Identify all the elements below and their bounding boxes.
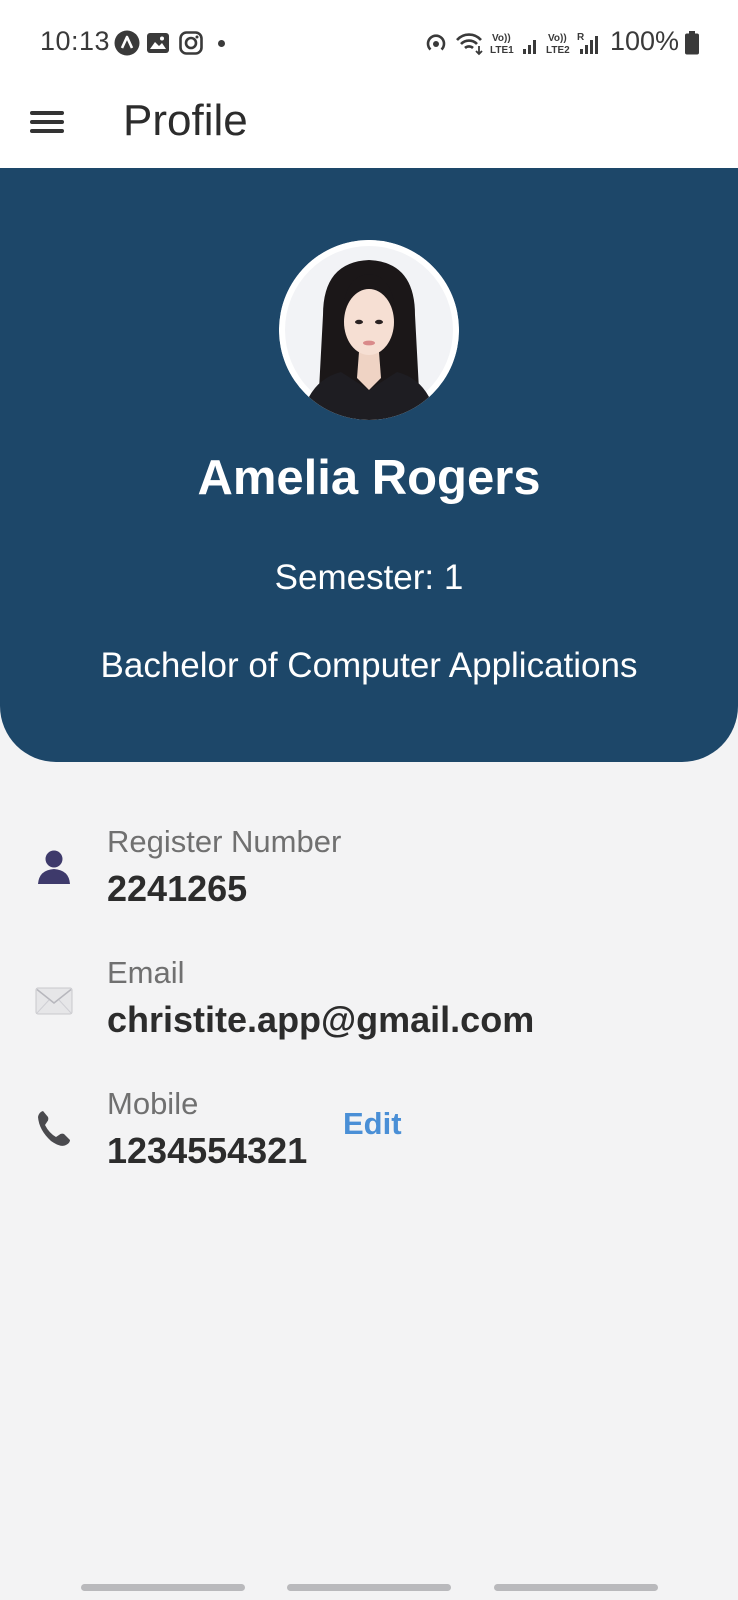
nav-recents-button[interactable]: [81, 1584, 245, 1591]
nav-back-button[interactable]: [494, 1584, 658, 1591]
svg-text:LTE2: LTE2: [546, 45, 570, 56]
edit-mobile-button[interactable]: Edit: [343, 1106, 402, 1142]
app-bar: Profile: [0, 84, 738, 168]
signal-lte1-icon: Vo)) LTE1: [490, 33, 536, 56]
nav-home-button[interactable]: [287, 1584, 451, 1591]
page-title: Profile: [123, 96, 248, 145]
envelope-icon: [35, 987, 73, 1015]
email-value: christite.app@gmail.com: [107, 999, 535, 1040]
register-number-value: 2241265: [107, 868, 248, 909]
svg-text:R: R: [577, 32, 585, 43]
register-number-row: Register Number 2241265: [0, 824, 738, 944]
notification-dot-icon: [218, 40, 225, 47]
person-icon: [38, 850, 70, 884]
image-icon: [147, 33, 169, 53]
status-bar: 10:13 Vo)) LTE1 Vo)) LTE2 R 100%: [0, 0, 738, 84]
avatar-photo-icon: [279, 240, 459, 420]
svg-text:Vo)): Vo)): [492, 33, 511, 44]
hotspot-icon: [426, 34, 446, 51]
status-time: 10:13: [40, 26, 111, 56]
email-label: Email: [107, 955, 185, 990]
avatar: [279, 240, 459, 420]
email-row: Email christite.app@gmail.com: [0, 955, 738, 1075]
profile-semester: Semester: 1: [274, 558, 464, 597]
profile-course: Bachelor of Computer Applications: [100, 646, 638, 685]
profile-header: Amelia Rogers Semester: 1 Bachelor of Co…: [0, 168, 738, 762]
register-number-label: Register Number: [107, 824, 342, 859]
signal-lte2-icon: Vo)) LTE2 R: [546, 32, 598, 56]
instagram-icon: [179, 31, 203, 55]
battery-icon: [685, 31, 699, 55]
hamburger-menu-icon[interactable]: [30, 108, 64, 138]
battery-percent: 100%: [610, 26, 680, 56]
mobile-label: Mobile: [107, 1086, 199, 1121]
mobile-row: Mobile 1234554321 Edit: [0, 1086, 738, 1206]
profile-name: Amelia Rogers: [197, 451, 541, 505]
a-circle-icon: [114, 30, 140, 56]
mobile-value: 1234554321: [107, 1130, 308, 1171]
wifi-icon: [456, 33, 483, 56]
svg-text:Vo)): Vo)): [548, 33, 567, 44]
phone-icon: [38, 1111, 70, 1146]
svg-text:LTE1: LTE1: [490, 45, 514, 56]
